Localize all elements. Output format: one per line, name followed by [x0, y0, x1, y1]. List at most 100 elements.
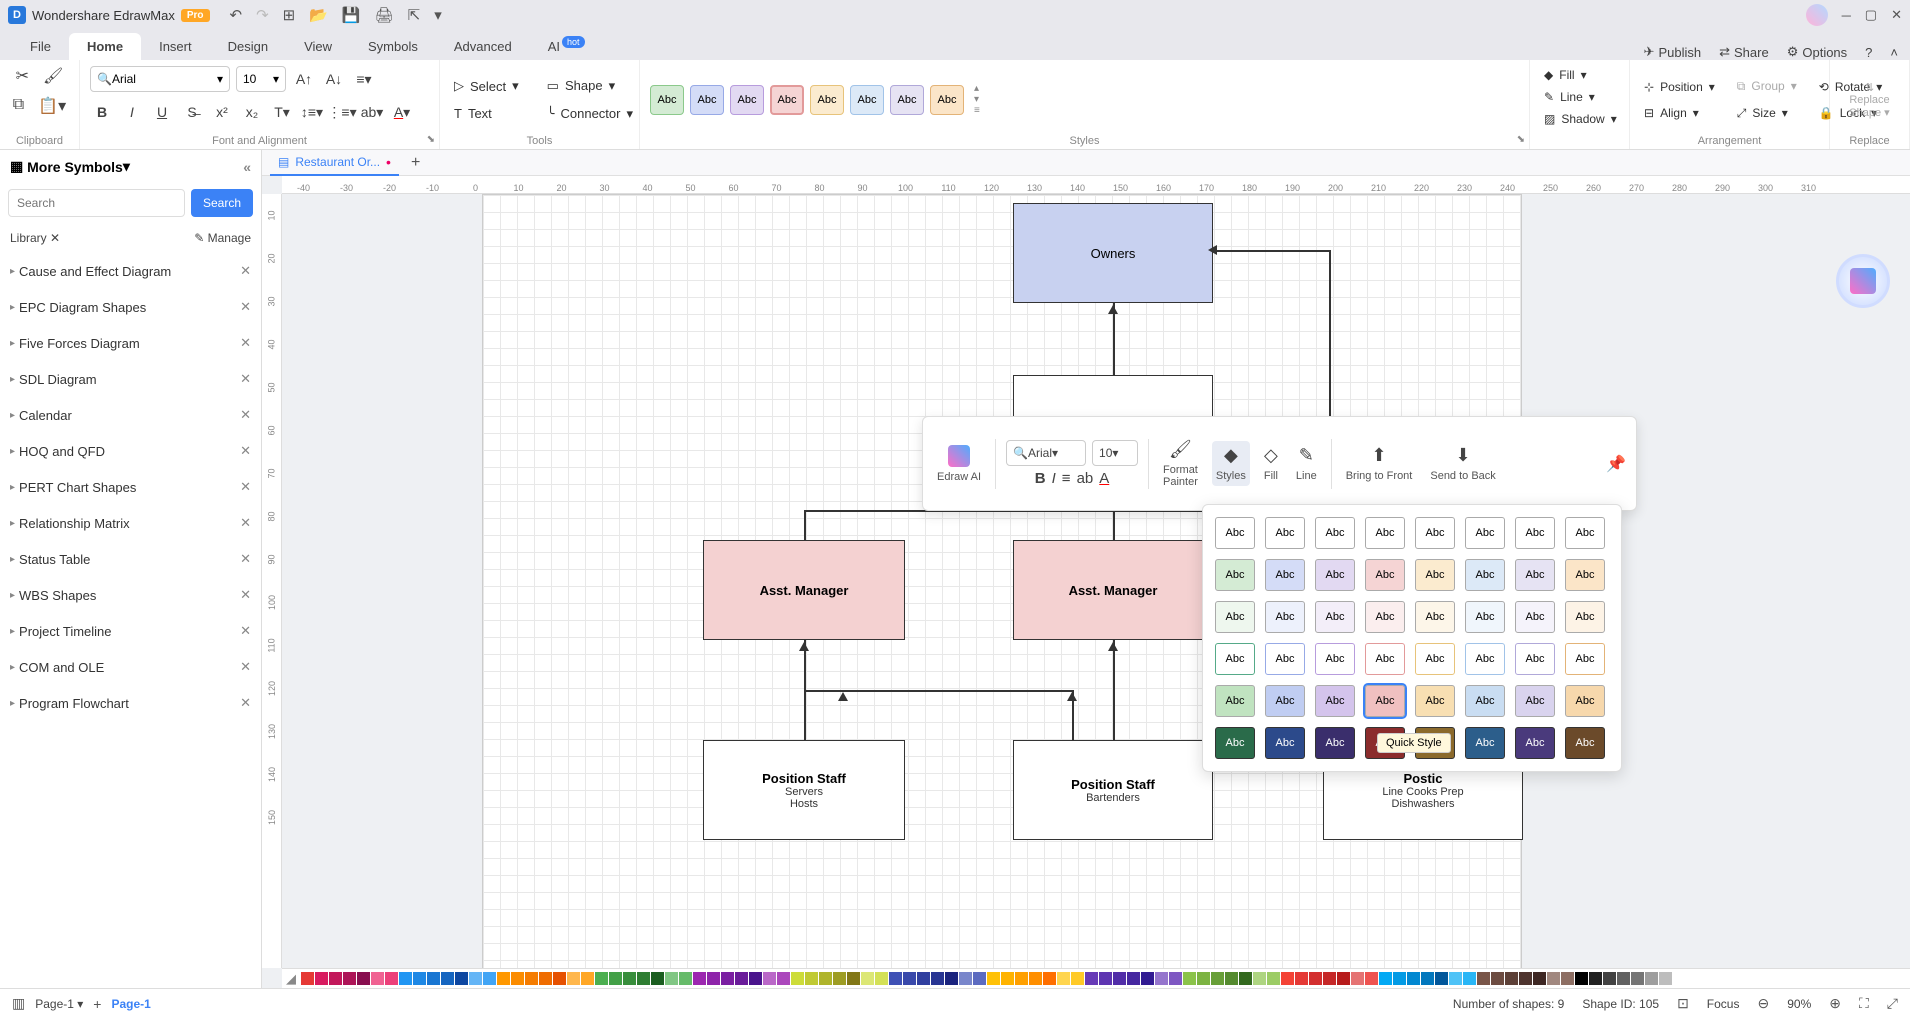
color-swatch[interactable]	[1057, 972, 1070, 985]
color-swatch[interactable]	[1043, 972, 1056, 985]
color-swatch[interactable]	[553, 972, 566, 985]
quickstyle-cell[interactable]: Abc	[1215, 685, 1255, 717]
color-swatch[interactable]	[889, 972, 902, 985]
quickstyle-cell[interactable]: Abc	[1415, 559, 1455, 591]
floating-format-toolbar[interactable]: Edraw AI 🔍 Arial ▾ 10 ▾ B I ≡ ab A	[922, 416, 1637, 511]
close-icon[interactable]: ✕	[240, 587, 251, 603]
format-painter-icon[interactable]: 🖌	[43, 66, 63, 86]
quickstyle-cell[interactable]: Abc	[1215, 727, 1255, 759]
new-icon[interactable]: ⊞	[283, 6, 296, 24]
color-swatch[interactable]	[1253, 972, 1266, 985]
quickstyle-cell[interactable]: Abc	[1565, 685, 1605, 717]
color-swatch[interactable]	[847, 972, 860, 985]
quickstyle-cell[interactable]: Abc	[1465, 643, 1505, 675]
close-icon[interactable]: ✕	[240, 371, 251, 387]
color-swatch[interactable]	[497, 972, 510, 985]
color-swatch[interactable]	[1295, 972, 1308, 985]
shape-tool[interactable]: ▭ Shape ▾	[543, 76, 637, 96]
color-swatch[interactable]	[1099, 972, 1112, 985]
color-swatch[interactable]	[539, 972, 552, 985]
org-box-am2[interactable]: Asst. Manager	[1013, 540, 1213, 640]
size-menu[interactable]: ⤢ Size▾	[1733, 104, 1801, 123]
quickstyle-cell[interactable]: Abc	[1465, 727, 1505, 759]
color-swatch[interactable]	[1183, 972, 1196, 985]
color-swatch[interactable]	[805, 972, 818, 985]
color-swatch[interactable]	[1617, 972, 1630, 985]
replace-shape-button[interactable]: ⇅Replace Shape ▾	[1849, 81, 1889, 119]
color-swatch[interactable]	[637, 972, 650, 985]
lib-item[interactable]: ▸Relationship Matrix✕	[0, 505, 261, 541]
color-swatch[interactable]	[1001, 972, 1014, 985]
user-avatar-icon[interactable]	[1806, 4, 1828, 26]
color-swatch[interactable]	[511, 972, 524, 985]
color-swatch[interactable]	[1603, 972, 1616, 985]
org-box-owners[interactable]: Owners	[1013, 203, 1213, 303]
bold-icon[interactable]: B	[90, 100, 114, 124]
color-swatch[interactable]	[301, 972, 314, 985]
close-icon[interactable]: ✕	[240, 443, 251, 459]
style-swatch[interactable]: Abc	[650, 85, 684, 115]
share-button[interactable]: ⇄ Share	[1719, 44, 1769, 60]
quickstyle-cell[interactable]: Abc	[1315, 517, 1355, 549]
color-swatch[interactable]	[1127, 972, 1140, 985]
library-dropdown[interactable]: Library ✕	[10, 231, 60, 245]
color-swatch[interactable]	[1365, 972, 1378, 985]
close-icon[interactable]: ✕	[240, 695, 251, 711]
color-swatch[interactable]	[707, 972, 720, 985]
italic-icon[interactable]: I	[120, 100, 144, 124]
color-swatch[interactable]	[1015, 972, 1028, 985]
ft-highlight-icon[interactable]: ab	[1077, 470, 1094, 487]
color-swatch[interactable]	[609, 972, 622, 985]
fill-menu[interactable]: ◆ Fill ▾	[1540, 66, 1591, 84]
quickstyle-popup[interactable]: Abc Abc Abc Abc Abc Abc Abc Abc Abc Abc Abc Abc Abc A…	[1202, 504, 1622, 772]
line-menu[interactable]: ✎ Line ▾	[1540, 88, 1599, 106]
color-swatch[interactable]	[581, 972, 594, 985]
quickstyle-cell[interactable]: Abc	[1515, 601, 1555, 633]
org-box-ps2[interactable]: Position StaffBartenders	[1013, 740, 1213, 840]
color-swatch[interactable]	[791, 972, 804, 985]
quickstyle-cell[interactable]: Abc	[1265, 559, 1305, 591]
style-swatch[interactable]: Abc	[730, 85, 764, 115]
color-swatch[interactable]	[525, 972, 538, 985]
color-swatch[interactable]	[1533, 972, 1546, 985]
quickstyle-cell[interactable]: Abc	[1365, 685, 1405, 717]
quickstyle-cell[interactable]: Abc	[1515, 517, 1555, 549]
pin-icon[interactable]: 📌	[1606, 454, 1626, 474]
style-up-icon[interactable]: ▴	[974, 83, 980, 94]
color-swatch[interactable]	[343, 972, 356, 985]
increase-font-icon[interactable]: A↑	[292, 67, 316, 91]
canvas-viewport[interactable]: Owners General Man Asst. Manager Asst. M…	[282, 194, 1910, 968]
options-button[interactable]: ⚙ Options	[1787, 44, 1847, 60]
eyedropper-icon[interactable]: ◢	[286, 971, 296, 987]
ft-styles[interactable]: ◆Styles	[1212, 441, 1250, 486]
add-tab-icon[interactable]: +	[411, 154, 420, 172]
quickstyle-cell[interactable]: Abc	[1315, 559, 1355, 591]
ft-edraw-ai[interactable]: Edraw AI	[933, 441, 985, 487]
maximize-icon[interactable]: ▢	[1865, 7, 1877, 23]
quickstyle-cell[interactable]: Abc	[1415, 517, 1455, 549]
color-swatch[interactable]	[665, 972, 678, 985]
save-icon[interactable]: 💾	[342, 6, 361, 24]
focus-icon[interactable]: ⊡	[1677, 995, 1689, 1012]
lib-item[interactable]: ▸Five Forces Diagram✕	[0, 325, 261, 361]
color-swatch[interactable]	[875, 972, 888, 985]
quickstyle-cell[interactable]: Abc	[1415, 685, 1455, 717]
quickstyle-cell[interactable]: Abc	[1315, 685, 1355, 717]
color-swatch[interactable]	[1407, 972, 1420, 985]
ft-line[interactable]: ✎Line	[1292, 441, 1321, 486]
quickstyle-cell[interactable]: Abc	[1215, 517, 1255, 549]
quickstyle-cell[interactable]: Abc	[1565, 601, 1605, 633]
menu-home[interactable]: Home	[69, 33, 141, 60]
color-swatch[interactable]	[1491, 972, 1504, 985]
quickstyle-cell[interactable]: Abc	[1515, 685, 1555, 717]
color-swatch[interactable]	[1547, 972, 1560, 985]
color-swatch[interactable]	[385, 972, 398, 985]
menu-ai[interactable]: AIhot	[530, 33, 601, 60]
lib-item[interactable]: ▸EPC Diagram Shapes✕	[0, 289, 261, 325]
quickstyle-cell[interactable]: Abc	[1365, 601, 1405, 633]
color-swatch[interactable]	[1435, 972, 1448, 985]
color-swatch[interactable]	[1155, 972, 1168, 985]
color-swatch[interactable]	[1141, 972, 1154, 985]
collapse-ribbon-icon[interactable]: ˄	[1890, 45, 1898, 60]
color-swatch[interactable]	[455, 972, 468, 985]
